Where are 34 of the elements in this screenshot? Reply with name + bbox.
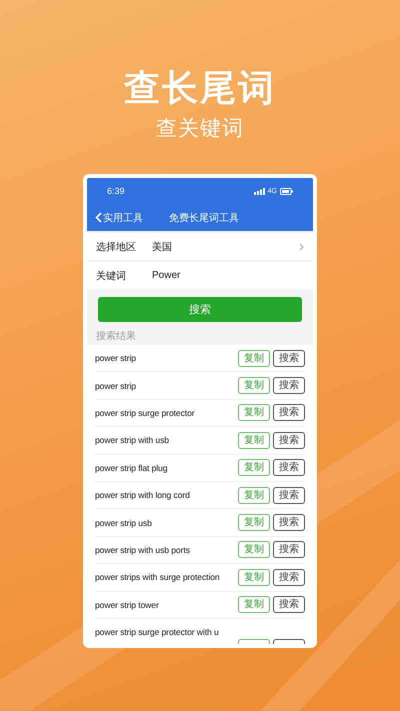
page-title: 免费长尾词工具 (169, 212, 239, 224)
keyword-text: power strip usb (95, 518, 153, 528)
search-button[interactable]: 搜索 (273, 459, 305, 476)
search-button[interactable]: 搜索 (273, 541, 305, 558)
keyword-text: power strip surge protector with u (95, 627, 220, 638)
search-button[interactable]: 搜索 (273, 432, 305, 449)
headline: 查长尾词 (124, 66, 276, 110)
status-time: 6:39 (107, 186, 126, 196)
battery-icon (280, 188, 293, 194)
region-selector[interactable]: 选择地区 美国 (87, 233, 313, 260)
search-button[interactable]: 搜索 (273, 514, 305, 532)
back-link[interactable]: 实用工具 (95, 210, 143, 224)
keyword-text: power strip tower (95, 600, 160, 610)
search-button[interactable]: 搜索 (273, 404, 305, 422)
keyword-text: power strip flat plug (95, 462, 168, 473)
keyword-text: power strip (95, 380, 137, 391)
keyword-text: power strip (95, 353, 137, 364)
search-button[interactable] (273, 639, 305, 644)
keyword-field[interactable]: 关键词 Power (87, 262, 313, 289)
keyword-text: power strips with surge protection (95, 572, 221, 582)
signal-icon (254, 188, 265, 194)
keyword-text: power strip with usb (95, 435, 170, 446)
keyword-text: power strip with usb ports (95, 544, 191, 555)
search-button[interactable]: 搜索 (273, 486, 305, 504)
results-label: 搜索结果 (96, 331, 136, 342)
search-button[interactable]: 搜索 (273, 350, 305, 367)
search-button[interactable]: 搜索 (273, 596, 305, 614)
keyword-text: power strip with long cord (95, 490, 191, 500)
keyword-text: power strip surge protector (95, 408, 196, 418)
back-chevron-icon (95, 212, 102, 223)
search-button[interactable]: 搜索 (273, 568, 305, 586)
subheadline: 查关键词 (156, 116, 244, 142)
search-button[interactable]: 搜索 (273, 377, 305, 394)
chevron-icon (299, 242, 304, 250)
